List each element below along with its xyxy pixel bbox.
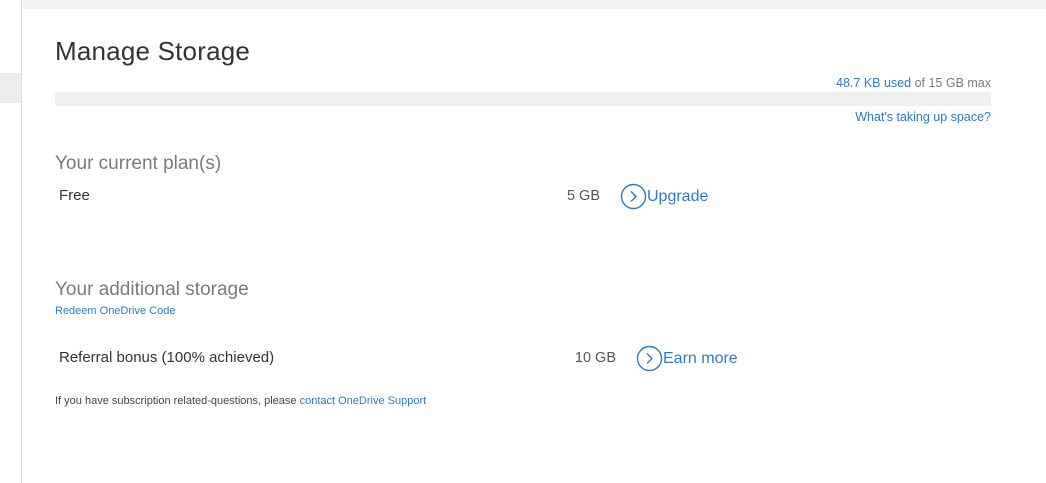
upgrade-label: Upgrade [647, 187, 709, 205]
top-band [23, 0, 1046, 9]
upgrade-button[interactable]: Upgrade [620, 183, 708, 210]
storage-max-text: of 15 GB max [911, 76, 991, 90]
subscription-help-note: If you have subscription related-questio… [55, 395, 426, 407]
left-navigation [0, 0, 22, 483]
whats-taking-up-space-link[interactable]: What's taking up space? [855, 110, 991, 124]
earn-more-label: Earn more [663, 349, 738, 367]
chevron-right-circle-icon [636, 345, 663, 372]
referral-bonus-name: Referral bonus (100% achieved) [59, 349, 275, 366]
referral-bonus-size: 10 GB [574, 350, 616, 366]
storage-usage-bar [55, 92, 991, 106]
storage-used-text: 48.7 KB used [836, 76, 912, 90]
additional-storage-heading: Your additional storage [55, 279, 249, 300]
storage-usage-summary: 48.7 KB used of 15 GB max [836, 76, 991, 90]
current-plan-name: Free [59, 187, 90, 204]
page-title: Manage Storage [55, 36, 251, 66]
subscription-help-text: If you have subscription related-questio… [55, 395, 300, 407]
contact-onedrive-support-link[interactable]: contact OneDrive Support [300, 395, 427, 407]
left-nav-selected-item[interactable] [0, 73, 21, 103]
current-plan-size: 5 GB [566, 188, 600, 204]
earn-more-button[interactable]: Earn more [636, 345, 738, 372]
manage-storage-page: Manage Storage 48.7 KB used of 15 GB max… [0, 0, 1046, 483]
current-plan-heading: Your current plan(s) [55, 153, 222, 174]
chevron-right-circle-icon [620, 183, 647, 210]
redeem-onedrive-code-link[interactable]: Redeem OneDrive Code [55, 305, 175, 317]
